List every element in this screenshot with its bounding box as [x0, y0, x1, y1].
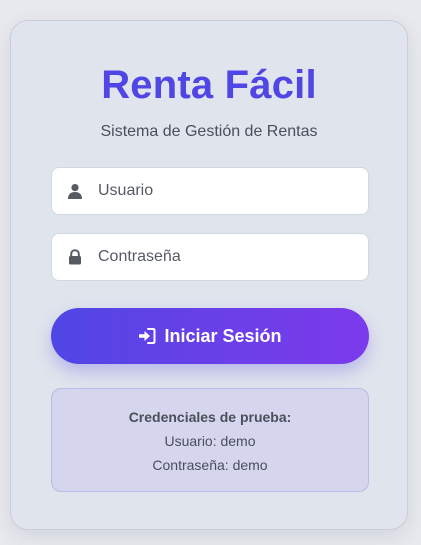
login-card: Renta Fácil Sistema de Gestión de Rentas — [10, 20, 408, 530]
login-button-label: Iniciar Sesión — [164, 325, 282, 346]
app-subtitle: Sistema de Gestión de Rentas — [100, 123, 318, 140]
username-field[interactable] — [51, 167, 369, 215]
demo-password: Contraseña: demo — [152, 457, 268, 473]
demo-username: Usuario: demo — [164, 433, 256, 449]
password-field[interactable] — [51, 233, 369, 281]
lock-icon — [66, 248, 84, 266]
demo-credentials-box: Credenciales de prueba: Usuario: demo Co… — [51, 388, 369, 492]
sign-in-icon — [138, 327, 156, 345]
username-input[interactable] — [98, 171, 348, 211]
login-button[interactable]: Iniciar Sesión — [51, 308, 369, 364]
password-input[interactable] — [98, 237, 348, 277]
app-title: Renta Fácil — [101, 63, 317, 107]
demo-credentials-title: Credenciales de prueba: — [128, 409, 292, 425]
user-icon — [66, 182, 84, 200]
